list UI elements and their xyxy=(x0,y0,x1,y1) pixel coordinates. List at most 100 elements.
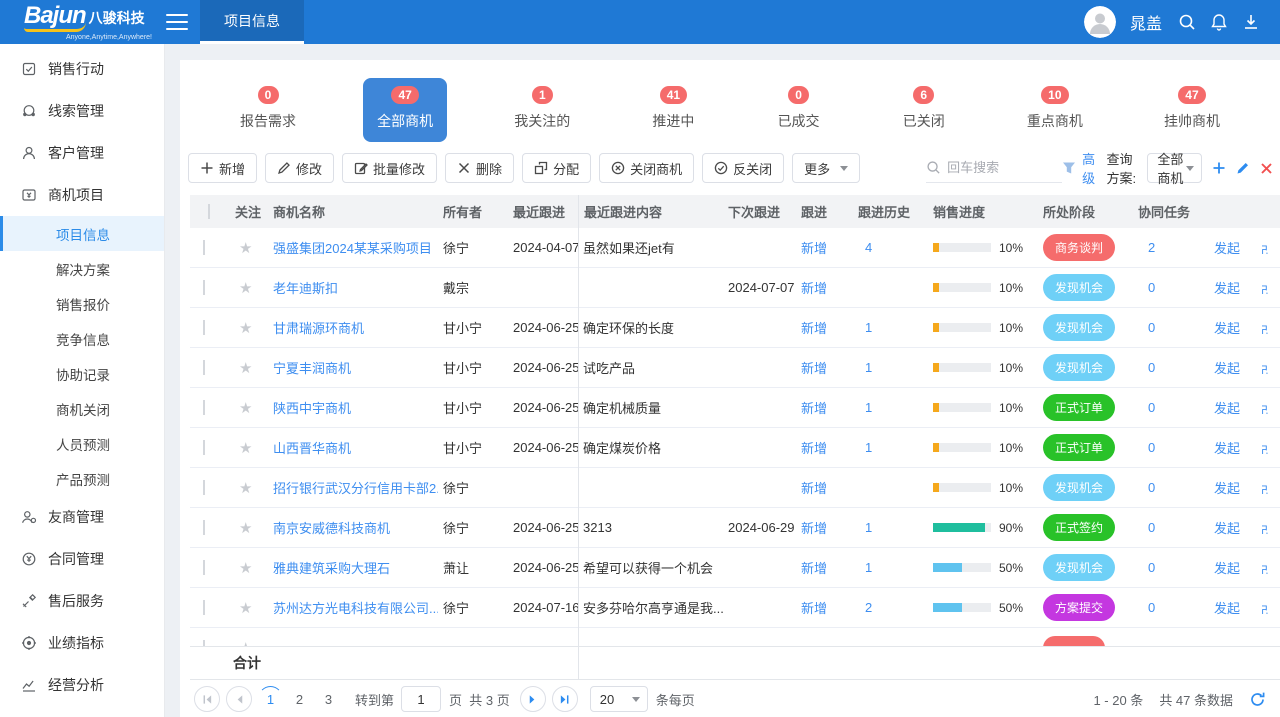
toolbar-button-7[interactable]: 反关闭 xyxy=(702,153,784,183)
user-avatar[interactable] xyxy=(1084,6,1116,38)
task-count-link[interactable]: 0 xyxy=(1133,320,1155,335)
sidebar-item-6[interactable]: 合同管理 xyxy=(0,538,164,580)
username[interactable]: 晁盖 xyxy=(1130,10,1162,34)
bell-icon[interactable] xyxy=(1210,13,1228,31)
row-checkbox[interactable] xyxy=(203,280,205,295)
menu-toggle-icon[interactable] xyxy=(166,14,188,30)
opportunity-name-link[interactable]: 老年迪斯扣 xyxy=(268,278,438,297)
toolbar-button-3[interactable]: 批量修改 xyxy=(342,153,437,183)
query-scheme-select[interactable]: 全部商机 xyxy=(1147,153,1201,183)
initiate-task-link[interactable]: 发起 xyxy=(1214,238,1240,257)
sidebar-subitem-1[interactable]: 项目信息 xyxy=(0,216,164,251)
star-icon[interactable]: ★ xyxy=(230,639,268,647)
toolbar-button-2[interactable]: 修改 xyxy=(265,153,334,183)
page-size-select[interactable]: 20 xyxy=(590,686,648,712)
opportunity-name-link[interactable]: 宁夏丰润商机 xyxy=(268,358,438,377)
task-count-link[interactable]: 2 xyxy=(1133,240,1155,255)
toolbar-button-5[interactable]: 分配 xyxy=(522,153,591,183)
stat-tab-2[interactable]: 47全部商机 xyxy=(363,78,447,142)
star-icon[interactable]: ★ xyxy=(230,519,268,537)
goto-page-input[interactable] xyxy=(401,686,441,712)
star-icon[interactable]: ★ xyxy=(230,559,268,577)
prev-page-button[interactable] xyxy=(226,686,252,712)
follow-history-link[interactable]: 2 xyxy=(865,600,872,615)
task-count-link[interactable]: 0 xyxy=(1133,520,1155,535)
opportunity-name-link[interactable]: 甘肃瑞源环商机 xyxy=(268,318,438,337)
sidebar-subitem-4[interactable]: 竞争信息 xyxy=(0,321,164,356)
stat-tab-1[interactable]: 0报告需求 xyxy=(226,78,310,142)
row-checkbox[interactable] xyxy=(203,560,205,575)
page-number-1[interactable]: 1 xyxy=(258,686,283,712)
add-follow-up-link[interactable]: 新增 xyxy=(801,481,827,496)
add-scheme-icon[interactable] xyxy=(1212,161,1226,175)
sidebar-item-8[interactable]: 业绩指标 xyxy=(0,622,164,664)
sidebar-item-3[interactable]: 客户管理 xyxy=(0,132,164,174)
initiate-task-link[interactable]: 发起 xyxy=(1214,598,1240,617)
star-icon[interactable]: ★ xyxy=(230,399,268,417)
follow-history-link[interactable]: 4 xyxy=(865,240,872,255)
star-icon[interactable]: ★ xyxy=(230,479,268,497)
row-checkbox[interactable] xyxy=(203,520,205,535)
sidebar-item-7[interactable]: 售后服务 xyxy=(0,580,164,622)
opportunity-name-link[interactable]: 苏州达方光电科技有限公司... xyxy=(268,598,438,617)
advanced-link[interactable]: 高级 xyxy=(1082,149,1098,187)
row-checkbox[interactable] xyxy=(203,400,205,415)
sidebar-subitem-6[interactable]: 商机关闭 xyxy=(0,391,164,426)
delete-scheme-icon[interactable] xyxy=(1260,162,1273,175)
add-follow-up-link[interactable]: 新增 xyxy=(801,441,827,456)
task-count-link[interactable]: 0 xyxy=(1133,280,1155,295)
add-follow-up-link[interactable]: 新增 xyxy=(801,241,827,256)
search-input[interactable] xyxy=(947,160,1062,175)
refresh-icon[interactable] xyxy=(1249,691,1266,708)
follow-history-link[interactable]: 1 xyxy=(865,360,872,375)
initiate-task-link[interactable]: 发起 xyxy=(1214,278,1240,297)
sidebar-subitem-5[interactable]: 协助记录 xyxy=(0,356,164,391)
initiate-task-link[interactable]: 发起 xyxy=(1214,398,1240,417)
opportunity-name-link[interactable]: 强盛集团2024某某采购项目 xyxy=(268,238,438,257)
row-checkbox[interactable] xyxy=(203,640,205,646)
select-all-checkbox[interactable] xyxy=(208,204,210,219)
row-checkbox[interactable] xyxy=(203,600,205,615)
task-count-link[interactable]: 0 xyxy=(1133,360,1155,375)
sidebar-item-2[interactable]: 线索管理 xyxy=(0,90,164,132)
download-icon[interactable] xyxy=(1242,13,1260,31)
sidebar-subitem-7[interactable]: 人员预测 xyxy=(0,426,164,461)
first-page-button[interactable] xyxy=(194,686,220,712)
add-follow-up-link[interactable]: 新增 xyxy=(801,361,827,376)
star-icon[interactable]: ★ xyxy=(230,599,268,617)
opportunity-name-link[interactable]: 陕西中宇商机 xyxy=(268,398,438,417)
task-count-link[interactable]: 0 xyxy=(1133,440,1155,455)
initiate-task-link[interactable]: 发起 xyxy=(1214,478,1240,497)
follow-history-link[interactable]: 1 xyxy=(865,520,872,535)
toolbar-button-8[interactable]: 更多 xyxy=(792,153,860,183)
stat-tab-8[interactable]: 47挂帅商机 xyxy=(1150,78,1234,142)
sidebar-item-9[interactable]: 经营分析 xyxy=(0,664,164,706)
row-checkbox[interactable] xyxy=(203,240,205,255)
follow-history-link[interactable]: 1 xyxy=(865,400,872,415)
search-icon[interactable] xyxy=(1178,13,1196,31)
sidebar-subitem-3[interactable]: 销售报价 xyxy=(0,286,164,321)
sidebar-item-5[interactable]: 友商管理 xyxy=(0,496,164,538)
task-count-link[interactable]: 0 xyxy=(1133,480,1155,495)
edit-scheme-icon[interactable] xyxy=(1236,161,1250,175)
follow-history-link[interactable]: 1 xyxy=(865,440,872,455)
initiate-task-link[interactable]: 发起 xyxy=(1214,318,1240,337)
opportunity-name-link[interactable]: 招行银行武汉分行信用卡部2... xyxy=(268,478,438,497)
initiate-task-link[interactable]: 发起 xyxy=(1214,558,1240,577)
star-icon[interactable]: ★ xyxy=(230,279,268,297)
opportunity-name-link[interactable]: 雅典建筑采购大理石 xyxy=(268,558,438,577)
stat-tab-6[interactable]: 6已关闭 xyxy=(888,78,960,142)
toolbar-button-4[interactable]: 删除 xyxy=(445,153,514,183)
page-number-2[interactable]: 2 xyxy=(287,686,312,712)
add-follow-up-link[interactable]: 新增 xyxy=(801,281,827,296)
stat-tab-5[interactable]: 0已成交 xyxy=(763,78,835,142)
add-follow-up-link[interactable]: 新增 xyxy=(801,561,827,576)
initiate-task-link[interactable]: 发起 xyxy=(1214,438,1240,457)
star-icon[interactable]: ★ xyxy=(230,239,268,257)
row-checkbox[interactable] xyxy=(203,320,205,335)
last-page-button[interactable] xyxy=(552,686,578,712)
toolbar-button-6[interactable]: 关闭商机 xyxy=(599,153,694,183)
task-count-link[interactable]: 0 xyxy=(1133,600,1155,615)
stat-tab-3[interactable]: 1我关注的 xyxy=(500,78,584,142)
add-follow-up-link[interactable]: 新增 xyxy=(801,601,827,616)
